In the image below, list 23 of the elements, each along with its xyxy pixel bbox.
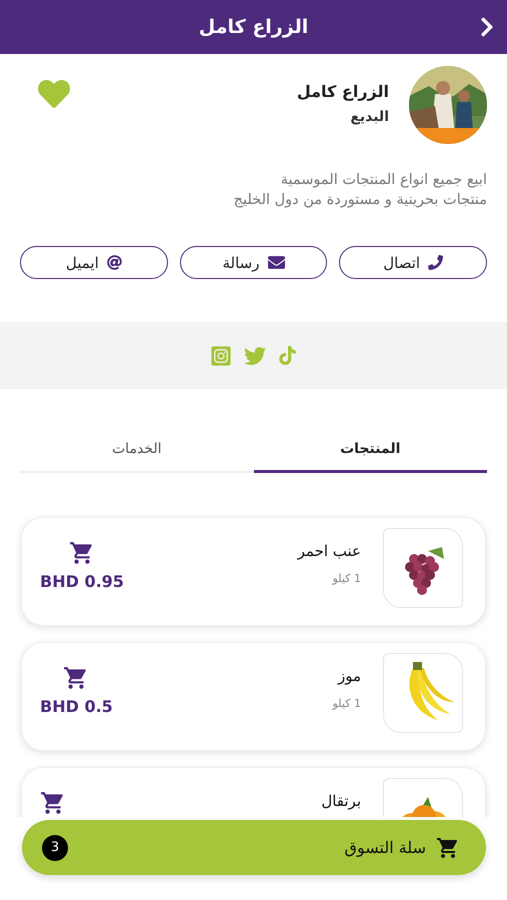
at-sign-icon <box>106 255 122 270</box>
product-name: برتقال <box>320 792 361 810</box>
message-button[interactable]: رسالة <box>180 246 328 279</box>
farmer-name: الزراع كامل <box>296 82 389 101</box>
description-line: ابيع جميع انواع المنتجات الموسمية <box>280 172 487 188</box>
product-price: BHD 0.5 <box>40 697 113 716</box>
header-title: الزراع كامل <box>198 16 308 38</box>
cart-icon <box>436 836 460 860</box>
farmer-location: البديع <box>349 109 389 125</box>
product-unit: 1 كيلو <box>331 572 361 585</box>
product-price: BHD 0.95 <box>40 572 124 591</box>
product-name: عنب احمر <box>296 542 361 560</box>
product-name: موز <box>336 667 361 685</box>
tab[interactable]: الخدمات <box>20 427 254 473</box>
phone-icon <box>428 255 444 270</box>
email-button[interactable]: ايميل <box>20 246 168 279</box>
tab[interactable]: المنتجات <box>254 427 487 473</box>
product-card[interactable]: برتقال <box>21 767 486 817</box>
product-unit: 1 كيلو <box>331 697 361 710</box>
description-line: منتجات بحرينية و مستوردة من دول الخليج <box>232 192 487 208</box>
cart-count-badge: 3 <box>42 834 68 860</box>
envelope-icon <box>268 254 284 271</box>
phone-button[interactable]: اتصال <box>339 246 487 279</box>
